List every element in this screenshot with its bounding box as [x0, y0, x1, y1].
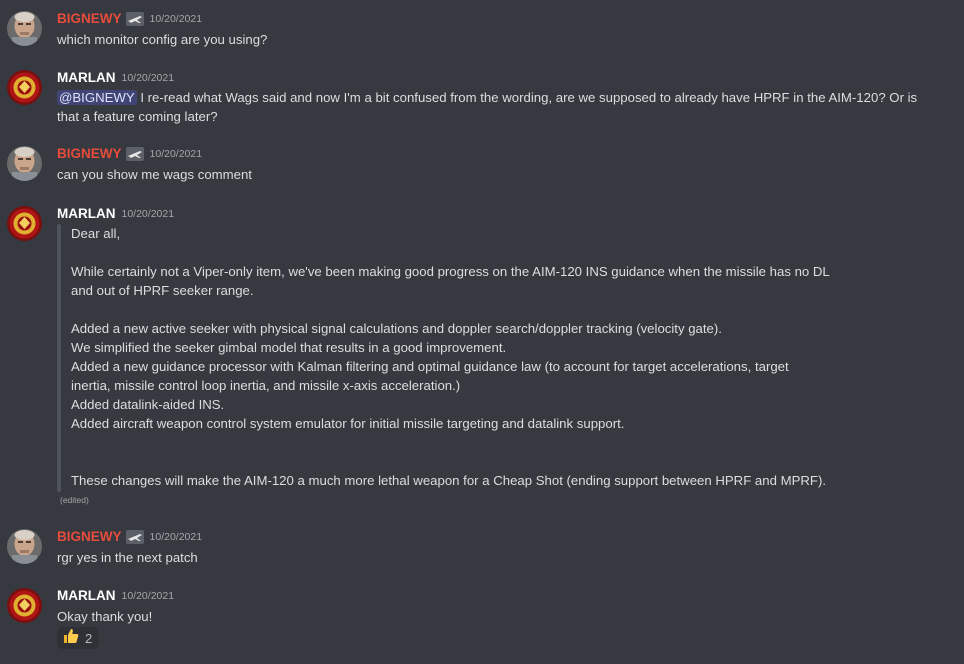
chat-log: BIGNEWY 10/20/2021 which monitor config … — [0, 0, 964, 664]
timestamp: 10/20/2021 — [121, 590, 175, 602]
quote-line: Added a new active seeker with physical … — [71, 321, 722, 336]
timestamp: 10/20/2021 — [121, 208, 175, 220]
jet-badge-icon — [125, 12, 144, 26]
message: BIGNEWY 10/20/2021 can you show me wags … — [0, 146, 964, 186]
message-text: Okay thank you! — [57, 609, 153, 624]
bignewy-avatar[interactable] — [7, 529, 42, 564]
quote-line: These changes will make the AIM-120 a mu… — [71, 473, 827, 488]
quote-line: and out of HPRF seeker range. — [71, 283, 254, 298]
timestamp: 10/20/2021 — [149, 148, 203, 160]
thumbs-up-icon — [63, 628, 79, 649]
username[interactable]: BIGNEWY — [57, 146, 122, 162]
user-mention[interactable]: @BIGNEWY — [57, 90, 137, 105]
username[interactable]: BIGNEWY — [57, 529, 122, 545]
message: MARLAN 10/20/2021 Okay thank you! 2 — [0, 588, 964, 654]
blockquote-bar — [57, 224, 61, 492]
message-text: rgr yes in the next patch — [57, 550, 198, 565]
marlan-avatar[interactable] — [7, 588, 42, 623]
reaction-button[interactable]: 2 — [57, 627, 100, 649]
message-text-line: that a feature coming later? — [57, 109, 218, 124]
message-text-line: I re-read what Wags said and now I'm a b… — [136, 90, 918, 105]
timestamp: 10/20/2021 — [149, 13, 203, 25]
bignewy-avatar[interactable] — [7, 11, 42, 46]
quote-line: inertia, missile control loop inertia, a… — [71, 378, 461, 393]
message: MARLAN 10/20/2021 Dear all, While certai… — [0, 206, 964, 506]
message-header: BIGNEWY 10/20/2021 — [57, 529, 202, 545]
quote-line: We simplified the seeker gimbal model th… — [71, 340, 507, 355]
message-text: can you show me wags comment — [57, 167, 252, 182]
username[interactable]: MARLAN — [57, 206, 116, 222]
timestamp: 10/20/2021 — [121, 72, 175, 84]
marlan-avatar[interactable] — [7, 206, 42, 241]
message-text: which monitor config are you using? — [57, 32, 268, 47]
quote-line: Added aircraft weapon control system emu… — [71, 416, 625, 431]
message-header: MARLAN 10/20/2021 — [57, 70, 174, 86]
quote-line: Added datalink-aided INS. — [71, 397, 225, 412]
message-header: MARLAN 10/20/2021 — [57, 206, 174, 222]
jet-badge-icon — [125, 147, 144, 161]
message: BIGNEWY 10/20/2021 rgr yes in the next p… — [0, 529, 964, 569]
username[interactable]: BIGNEWY — [57, 11, 122, 27]
jet-badge-icon — [125, 530, 144, 544]
username[interactable]: MARLAN — [57, 588, 116, 604]
quote-line: Dear all, — [71, 226, 121, 241]
edited-label: (edited) — [60, 495, 89, 505]
username[interactable]: MARLAN — [57, 70, 116, 86]
reaction-count: 2 — [85, 630, 93, 646]
message-header: BIGNEWY 10/20/2021 — [57, 146, 202, 162]
bignewy-avatar[interactable] — [7, 146, 42, 181]
message-text: @BIGNEWY I re-read what Wags said and no… — [57, 88, 917, 107]
quote-line: Added a new guidance processor with Kalm… — [71, 359, 789, 374]
message-header: BIGNEWY 10/20/2021 — [57, 11, 202, 27]
message: MARLAN 10/20/2021 @BIGNEWY I re-read wha… — [0, 70, 964, 130]
message: BIGNEWY 10/20/2021 which monitor config … — [0, 11, 964, 51]
marlan-avatar[interactable] — [7, 70, 42, 105]
message-header: MARLAN 10/20/2021 — [57, 588, 174, 604]
quote-line: While certainly not a Viper-only item, w… — [71, 264, 830, 279]
timestamp: 10/20/2021 — [149, 531, 203, 543]
